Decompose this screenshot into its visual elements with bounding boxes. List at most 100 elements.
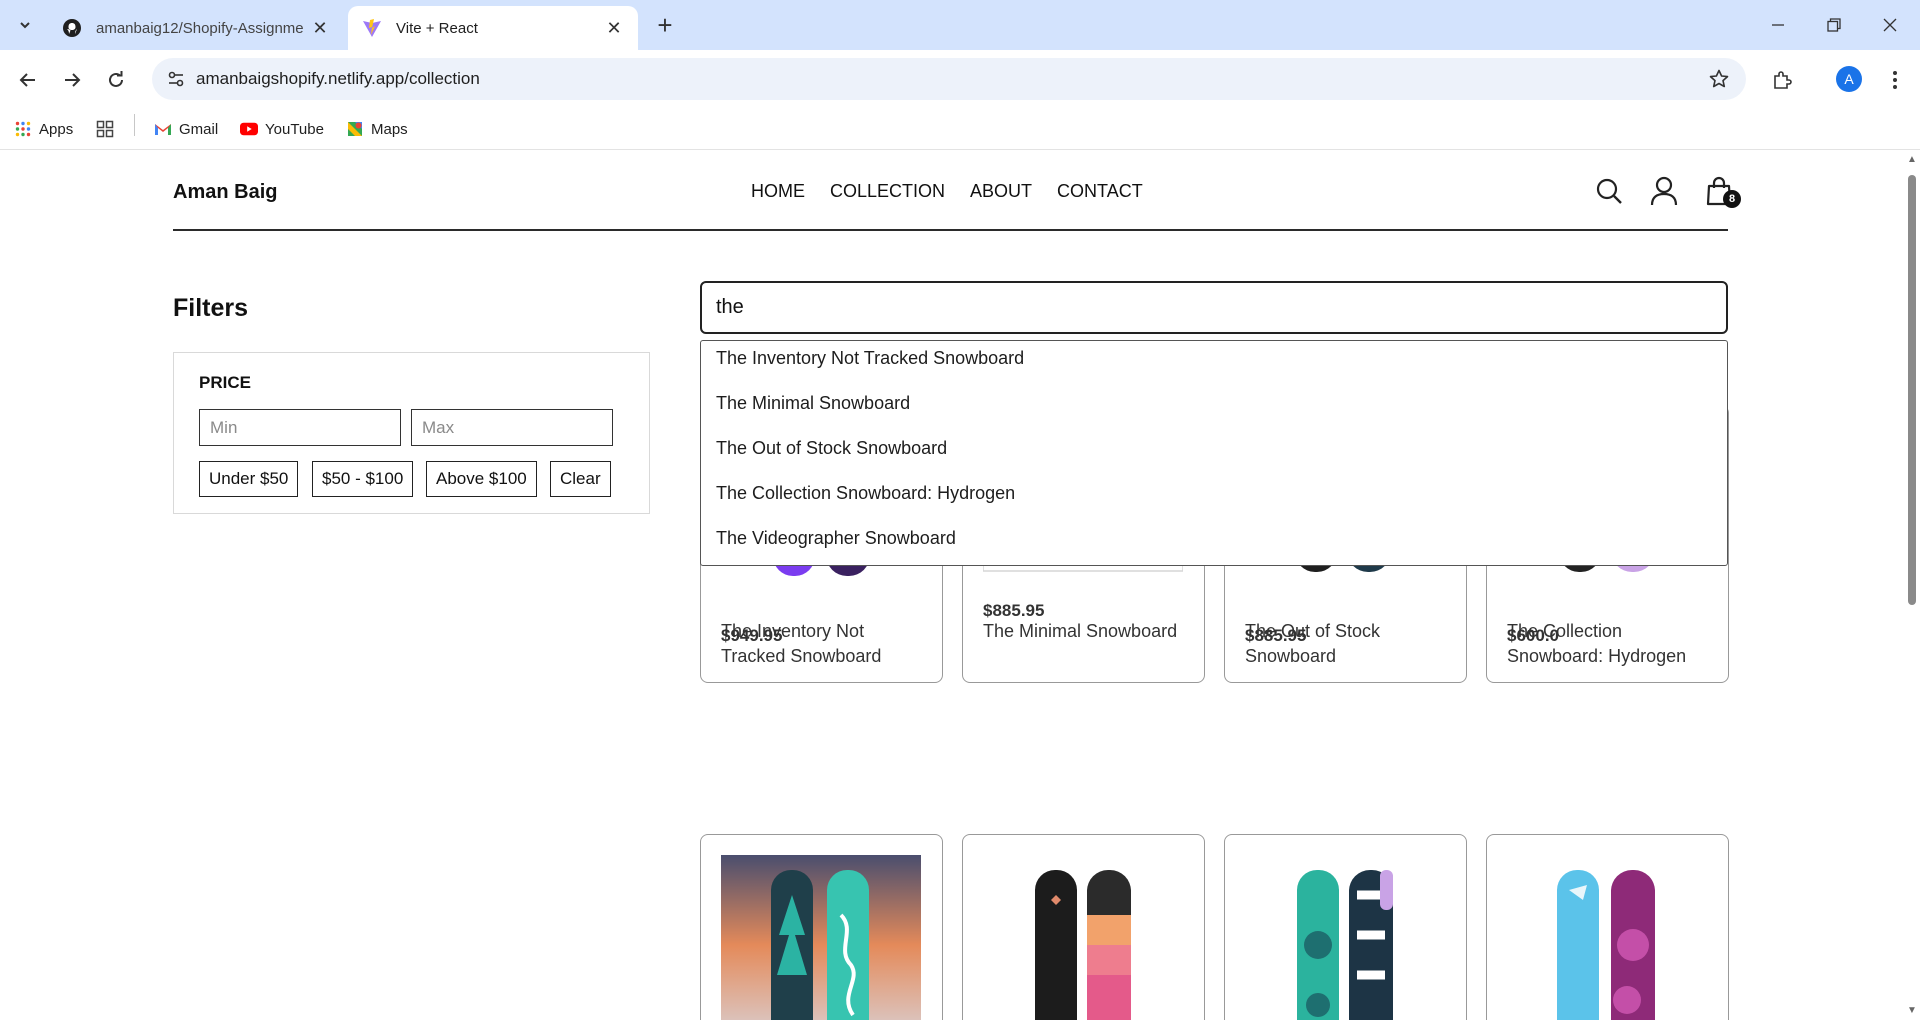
arrow-left-icon (19, 73, 35, 87)
tab-title: Vite + React (396, 19, 478, 37)
under-50-button[interactable]: Under $50 (199, 461, 299, 497)
nav-collection[interactable]: COLLECTION (830, 181, 945, 202)
product-price: $949.95 (721, 626, 783, 645)
nav-contact[interactable]: CONTACT (1057, 181, 1143, 202)
main-nav: HOME COLLECTION ABOUT CONTACT (751, 181, 1168, 202)
tune-icon (168, 71, 184, 87)
bookmarks-bar: Apps Gmail YouTube Maps (0, 108, 1920, 150)
suggestion-item[interactable]: The Out of Stock Snowboard (701, 438, 1727, 483)
product-image (721, 855, 921, 1020)
extensions-button[interactable] (1766, 64, 1798, 96)
tab-github[interactable]: amanbaig12/Shopify-Assignment ✕ (48, 6, 344, 50)
clear-filters-button[interactable]: Clear (550, 461, 611, 497)
cart-button[interactable]: 8 (1702, 174, 1741, 208)
max-price-input[interactable] (411, 409, 613, 446)
cart-count-badge: 8 (1723, 190, 1741, 208)
nav-home[interactable]: HOME (751, 181, 805, 202)
reload-icon (109, 71, 123, 87)
page-viewport: Aman Baig HOME COLLECTION ABOUT CONTACT … (0, 151, 1920, 1020)
bookmarks-separator (134, 114, 135, 136)
bookmark-label: Gmail (179, 120, 219, 138)
apps-grid-icon (14, 120, 32, 138)
puzzle-icon (1774, 71, 1792, 89)
suggestion-item[interactable]: The Videographer Snowboard (701, 528, 1727, 573)
restore-icon (1827, 18, 1841, 32)
product-image (1297, 870, 1393, 1020)
reload-button[interactable] (100, 64, 132, 96)
filters-heading: Filters (173, 294, 249, 322)
product-image (1035, 870, 1131, 1020)
tab-strip: amanbaig12/Shopify-Assignment ✕ Vite + R… (0, 0, 1920, 50)
close-window-button[interactable] (1870, 8, 1910, 42)
new-tab-button[interactable]: + (650, 10, 680, 40)
bookmark-youtube[interactable]: YouTube (240, 116, 324, 142)
browser-toolbar: amanbaigshopify.netlify.app/collection A (0, 50, 1920, 108)
tab-vite-react[interactable]: Vite + React ✕ (348, 6, 638, 50)
price-filter-panel: PRICE Under $50 $50 - $100 Above $100 Cl… (173, 352, 650, 514)
bookmark-label: Apps (39, 120, 74, 138)
above-100-button[interactable]: Above $100 (426, 461, 537, 497)
close-icon (1883, 18, 1897, 32)
page-scrollbar[interactable]: ▲ ▼ (1904, 151, 1920, 1020)
account-button[interactable] (1647, 174, 1681, 208)
bookmark-maps[interactable]: Maps (346, 116, 408, 142)
product-image (1557, 870, 1655, 1020)
search-button[interactable] (1592, 174, 1626, 208)
product-card[interactable] (1486, 834, 1729, 1020)
vite-icon (363, 19, 381, 37)
kebab-menu-icon (1893, 71, 1897, 89)
bookmark-gmail[interactable]: Gmail (154, 116, 218, 142)
star-icon (1709, 69, 1729, 88)
suggestion-item[interactable]: The Collection Snowboard: Hydrogen (701, 483, 1727, 528)
back-button[interactable] (12, 64, 44, 96)
scroll-up-arrow-icon[interactable]: ▲ (1907, 155, 1917, 165)
arrow-right-icon (65, 73, 81, 87)
restore-button[interactable] (1814, 8, 1854, 42)
profile-avatar[interactable]: A (1836, 66, 1862, 92)
plus-icon: + (657, 9, 673, 40)
scrollbar-thumb[interactable] (1908, 175, 1916, 605)
brand-logo[interactable]: Aman Baig (173, 181, 277, 204)
min-price-input[interactable] (199, 409, 401, 446)
minimize-button[interactable] (1758, 8, 1798, 42)
bookmark-label: YouTube (265, 120, 324, 138)
product-price: $885.95 (983, 601, 1045, 620)
product-search-input[interactable] (700, 281, 1728, 334)
browser-menu-button[interactable] (1880, 64, 1910, 96)
close-icon[interactable]: ✕ (604, 18, 624, 38)
tab-title: amanbaig12/Shopify-Assignment (96, 19, 304, 37)
scroll-down-arrow-icon[interactable]: ▼ (1907, 1006, 1917, 1016)
url-text: amanbaigshopify.netlify.app/collection (196, 69, 480, 88)
nav-about[interactable]: ABOUT (970, 181, 1032, 202)
product-card[interactable] (700, 834, 943, 1020)
minimize-icon (1772, 24, 1784, 26)
address-bar[interactable]: amanbaigshopify.netlify.app/collection (152, 58, 1746, 100)
tab-groups-icon (96, 120, 114, 138)
product-name: The Minimal Snowboard (983, 621, 1178, 641)
site-header: Aman Baig HOME COLLECTION ABOUT CONTACT … (173, 151, 1741, 231)
bookmark-label: Maps (371, 120, 408, 138)
product-price: $600.0 (1507, 626, 1559, 645)
bookmark-star-button[interactable] (1706, 66, 1732, 92)
site-info-button[interactable] (162, 65, 190, 93)
50-to-100-button[interactable]: $50 - $100 (312, 461, 414, 497)
product-card[interactable] (1224, 834, 1467, 1020)
product-price: $885.95 (1245, 626, 1307, 645)
github-icon (63, 19, 81, 37)
maps-icon (346, 120, 364, 138)
gmail-icon (154, 120, 172, 138)
search-icon (1596, 178, 1622, 204)
suggestion-item[interactable]: The Inventory Not Tracked Snowboard (701, 348, 1727, 393)
forward-button[interactable] (56, 64, 88, 96)
suggestion-item[interactable]: The Minimal Snowboard (701, 393, 1727, 438)
youtube-icon (240, 120, 258, 138)
close-icon[interactable]: ✕ (310, 18, 330, 38)
search-suggestions-dropdown: The Inventory Not Tracked Snowboard The … (700, 340, 1728, 566)
chevron-down-icon (20, 22, 30, 29)
bookmark-tab-groups[interactable] (96, 116, 114, 142)
user-icon (1650, 176, 1678, 206)
price-label: PRICE (199, 373, 251, 392)
product-card[interactable] (962, 834, 1205, 1020)
bookmark-apps[interactable]: Apps (14, 116, 73, 142)
tab-search-button[interactable] (10, 10, 40, 40)
